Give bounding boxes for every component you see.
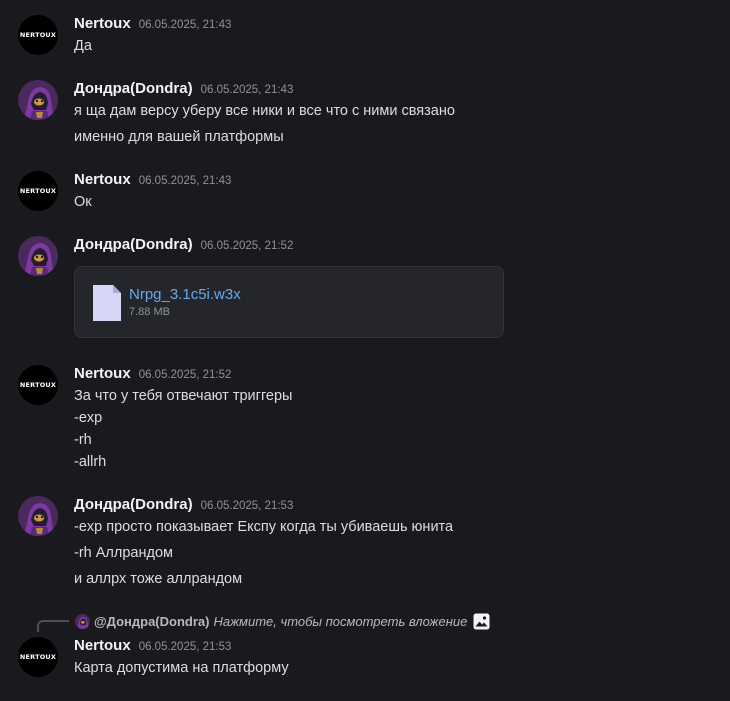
message-text: именно для вашей платформы [74,129,284,145]
author-name[interactable]: Дондра(Dondra) [74,496,193,513]
timestamp[interactable]: 06.05.2025, 21:52 [201,240,294,252]
image-icon [473,613,490,629]
message-text: -allrh [74,454,107,470]
hooded-character-avatar-icon [18,80,58,120]
message-header: Nertoux 06.05.2025, 21:43 [74,171,231,188]
avatar-label: NERTOUX [19,31,57,39]
hooded-character-avatar-icon [75,613,90,629]
message-text: -rh Аллрандом [74,545,173,561]
file-icon [93,285,121,321]
message-text: Ок [74,194,92,210]
message-header: Nertoux 06.05.2025, 21:52 [74,365,231,382]
message-text: За что у тебя отвечают триггеры [74,388,293,404]
avatar-label: NERTOUX [19,187,57,195]
message-text: я ща дам версу уберу все ники и все что … [74,103,455,119]
reply-connector [37,620,69,632]
message-text: -exp [74,410,103,426]
message-text: -rh [74,432,92,448]
message-header: Дондра(Dondra) 06.05.2025, 21:53 [74,496,293,513]
message-text: Карта допустима на платформу [74,660,289,676]
chat-message-list: NERTOUX Nertoux 06.05.2025, 21:43 Да Дон… [0,0,730,701]
avatar[interactable]: NERTOUX [18,15,58,55]
file-size: 7.88 MB [129,306,170,318]
reply-author[interactable]: @Дондра(Dondra) [94,614,209,629]
author-name[interactable]: Дондра(Dondra) [74,236,193,253]
author-name[interactable]: Nertoux [74,365,131,382]
timestamp[interactable]: 06.05.2025, 21:43 [139,19,232,31]
message-text: -exp просто показывает Експу когда ты уб… [74,519,454,535]
timestamp[interactable]: 06.05.2025, 21:52 [139,369,232,381]
message-header: Nertoux 06.05.2025, 21:53 [74,637,231,654]
reply-text[interactable]: Нажмите, чтобы посмотреть вложение [213,614,467,629]
avatar[interactable] [18,496,58,536]
timestamp[interactable]: 06.05.2025, 21:43 [201,84,294,96]
message-text: и аллрх тоже аллрандом [74,571,243,587]
timestamp[interactable]: 06.05.2025, 21:43 [139,175,232,187]
author-name[interactable]: Дондра(Dondra) [74,80,193,97]
file-attachment[interactable]: Nrpg_3.1c5i.w3x 7.88 MB [74,266,504,338]
message-header: Дондра(Dondra) 06.05.2025, 21:43 [74,80,293,97]
message-header: Nertoux 06.05.2025, 21:43 [74,15,231,32]
message-header: Дондра(Dondra) 06.05.2025, 21:52 [74,236,293,253]
hooded-character-avatar-icon [18,236,58,276]
avatar[interactable]: NERTOUX [18,637,58,677]
avatar[interactable]: NERTOUX [18,365,58,405]
avatar[interactable] [18,236,58,276]
avatar[interactable] [18,80,58,120]
reply-preview[interactable]: @Дондра(Dondra) Нажмите, чтобы посмотрет… [75,612,490,630]
avatar-label: NERTOUX [19,381,57,389]
timestamp[interactable]: 06.05.2025, 21:53 [139,641,232,653]
hooded-character-avatar-icon [18,496,58,536]
message-text: Да [74,38,92,54]
avatar-label: NERTOUX [19,653,57,661]
author-name[interactable]: Nertoux [74,637,131,654]
avatar[interactable]: NERTOUX [18,171,58,211]
timestamp[interactable]: 06.05.2025, 21:53 [201,500,294,512]
author-name[interactable]: Nertoux [74,15,131,32]
reply-avatar [75,613,90,629]
file-name-link[interactable]: Nrpg_3.1c5i.w3x [129,286,241,303]
author-name[interactable]: Nertoux [74,171,131,188]
